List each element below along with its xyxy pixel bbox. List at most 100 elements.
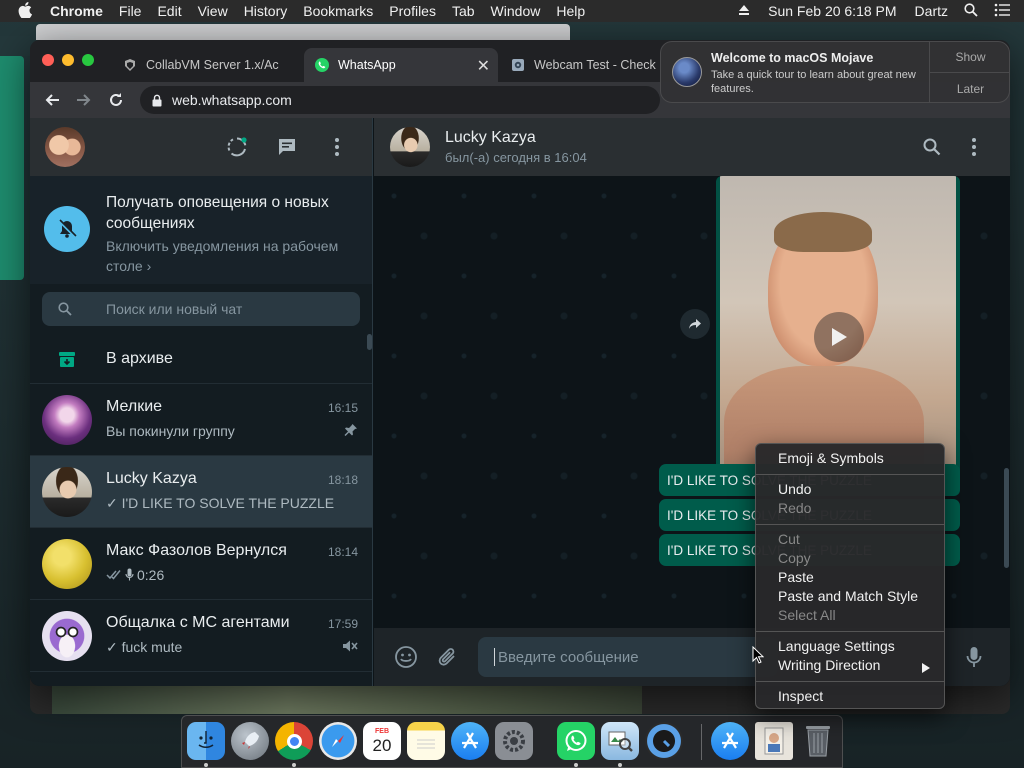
message-input[interactable]: Введите сообщение (478, 637, 778, 677)
close-tab-icon[interactable]: ✕ (477, 56, 490, 76)
avatar (42, 466, 92, 517)
chat-name: Макс Фазолов Вернулся (106, 541, 287, 559)
menu-help[interactable]: Help (548, 3, 593, 19)
context-paste-match-style[interactable]: Paste and Match Style (778, 588, 918, 604)
dock-app-store-download-icon[interactable] (711, 722, 749, 760)
menu-bookmarks[interactable]: Bookmarks (295, 3, 381, 19)
tab-webcam-test[interactable]: Webcam Test - Check (500, 48, 660, 82)
contact-avatar[interactable] (390, 127, 430, 167)
chat-item-maks-fazolov[interactable]: Макс Фазолов Вернулся 18:14 0:26 (30, 528, 372, 600)
chat-item-lucky-kazya[interactable]: Lucky Kazya 18:18 ✓ I'D LIKE TO SOLVE TH… (30, 456, 372, 528)
tab-title: Webcam Test - Check (534, 58, 656, 72)
sidebar-scrollbar[interactable] (367, 334, 372, 350)
forward-icon[interactable] (680, 309, 710, 339)
dock-launchpad-icon[interactable] (231, 722, 269, 760)
search-container: Поиск или новый чат (30, 284, 372, 334)
dock-running-indicator (204, 763, 208, 767)
avatar (42, 394, 92, 445)
notification-later-button[interactable]: Later (929, 73, 1009, 102)
microphone-icon[interactable] (962, 645, 986, 669)
macos-notification[interactable]: Welcome to macOS Mojave Take a quick tou… (660, 41, 1010, 103)
notification-show-button[interactable]: Show (929, 42, 1009, 73)
dock-preview-icon[interactable] (601, 722, 639, 760)
chat-last-message: ✓ fuck mute (106, 638, 183, 655)
tab-title: CollabVM Server 1.x/Ac (146, 58, 279, 72)
chat-time: 18:14 (327, 544, 358, 559)
menu-separator (756, 474, 944, 475)
lock-icon[interactable] (152, 94, 162, 107)
emoji-icon[interactable] (394, 645, 418, 669)
muted-icon (342, 639, 358, 658)
dock-finder-icon[interactable] (187, 722, 225, 760)
dock-document-icon[interactable] (755, 722, 793, 760)
dock-app-store-icon[interactable] (451, 722, 489, 760)
menu-window[interactable]: Window (483, 3, 549, 19)
dock-divider (701, 724, 702, 760)
submenu-arrow-icon (922, 660, 930, 678)
new-chat-icon[interactable] (275, 135, 299, 159)
menu-history[interactable]: History (236, 3, 296, 19)
menu-user[interactable]: Dartz (907, 3, 956, 19)
reload-icon[interactable] (102, 86, 130, 114)
attach-icon[interactable] (436, 645, 460, 669)
menu-kebab-icon[interactable] (962, 135, 986, 159)
chat-last-message: Вы покинули группу (106, 422, 235, 439)
dock-calendar-icon[interactable]: FEB 20 (363, 722, 401, 760)
context-writing-direction[interactable]: Writing Direction (778, 657, 880, 673)
menu-kebab-icon[interactable] (325, 135, 349, 159)
menu-profiles[interactable]: Profiles (381, 3, 444, 19)
conversation-scrollbar[interactable] (1004, 468, 1009, 568)
context-emoji-symbols[interactable]: Emoji & Symbols (778, 450, 884, 466)
play-icon[interactable] (814, 312, 864, 362)
spotlight-icon[interactable] (956, 2, 986, 20)
menu-tab[interactable]: Tab (444, 3, 483, 19)
dock-notes-icon[interactable] (407, 722, 445, 760)
desktop-notification-banner[interactable]: Получать оповещения о новых сообщениях В… (30, 176, 372, 284)
menu-separator (756, 631, 944, 632)
chat-item-mc-agents[interactable]: Общалка с МС агентами 17:59 ✓ fuck mute (30, 600, 372, 672)
notification-subtitle[interactable]: Включить уведомления на рабочем столе (106, 238, 338, 274)
dock-quicktime-icon[interactable] (645, 722, 683, 760)
context-undo[interactable]: Undo (778, 481, 811, 497)
dock-safari-icon[interactable] (319, 722, 357, 760)
double-check-icon (106, 569, 122, 580)
video-thumbnail-hair (774, 212, 872, 252)
menu-clock[interactable]: Sun Feb 20 6:18 PM (758, 3, 906, 19)
menu-edit[interactable]: Edit (149, 3, 189, 19)
search-input[interactable]: Поиск или новый чат (42, 292, 360, 326)
eject-icon[interactable] (730, 3, 758, 19)
background-window-left (0, 56, 24, 280)
context-paste[interactable]: Paste (778, 569, 814, 585)
dock-trash-icon[interactable] (799, 722, 837, 760)
search-icon[interactable] (920, 135, 944, 159)
archived-chats[interactable]: В архиве (30, 334, 372, 384)
tab-collabvm[interactable]: CollabVM Server 1.x/Ac (112, 48, 302, 82)
avatar (42, 538, 92, 589)
context-language-settings[interactable]: Language Settings (778, 638, 895, 654)
menu-separator (756, 524, 944, 525)
forward-icon[interactable] (70, 86, 98, 114)
context-inspect[interactable]: Inspect (778, 688, 823, 704)
minimize-window-button[interactable] (62, 54, 74, 66)
close-window-button[interactable] (42, 54, 54, 66)
apple-menu-icon[interactable] (0, 1, 42, 21)
conversation-header[interactable]: Lucky Kazya был(-а) сегодня в 16:04 (374, 118, 1010, 176)
zoom-window-button[interactable] (82, 54, 94, 66)
profile-avatar[interactable] (45, 127, 85, 167)
tab-whatsapp[interactable]: WhatsApp ✕ (304, 48, 498, 82)
dock-whatsapp-icon[interactable] (557, 722, 595, 760)
menu-app-name[interactable]: Chrome (42, 3, 111, 19)
notification-center-icon[interactable] (986, 3, 1024, 20)
text-caret (494, 648, 495, 666)
back-icon[interactable] (38, 86, 66, 114)
chat-item-melkie[interactable]: Мелкие 16:15 Вы покинули группу (30, 384, 372, 456)
dock-chrome-icon[interactable] (275, 722, 313, 760)
menu-view[interactable]: View (190, 3, 236, 19)
sidebar-header (30, 118, 372, 176)
menu-file[interactable]: File (111, 3, 150, 19)
chat-time: 17:59 (327, 616, 358, 631)
dock-system-preferences-icon[interactable] (495, 722, 533, 760)
status-icon[interactable] (225, 135, 249, 159)
background-window-left-edge (0, 36, 30, 56)
address-bar[interactable]: web.whatsapp.com (140, 86, 660, 114)
